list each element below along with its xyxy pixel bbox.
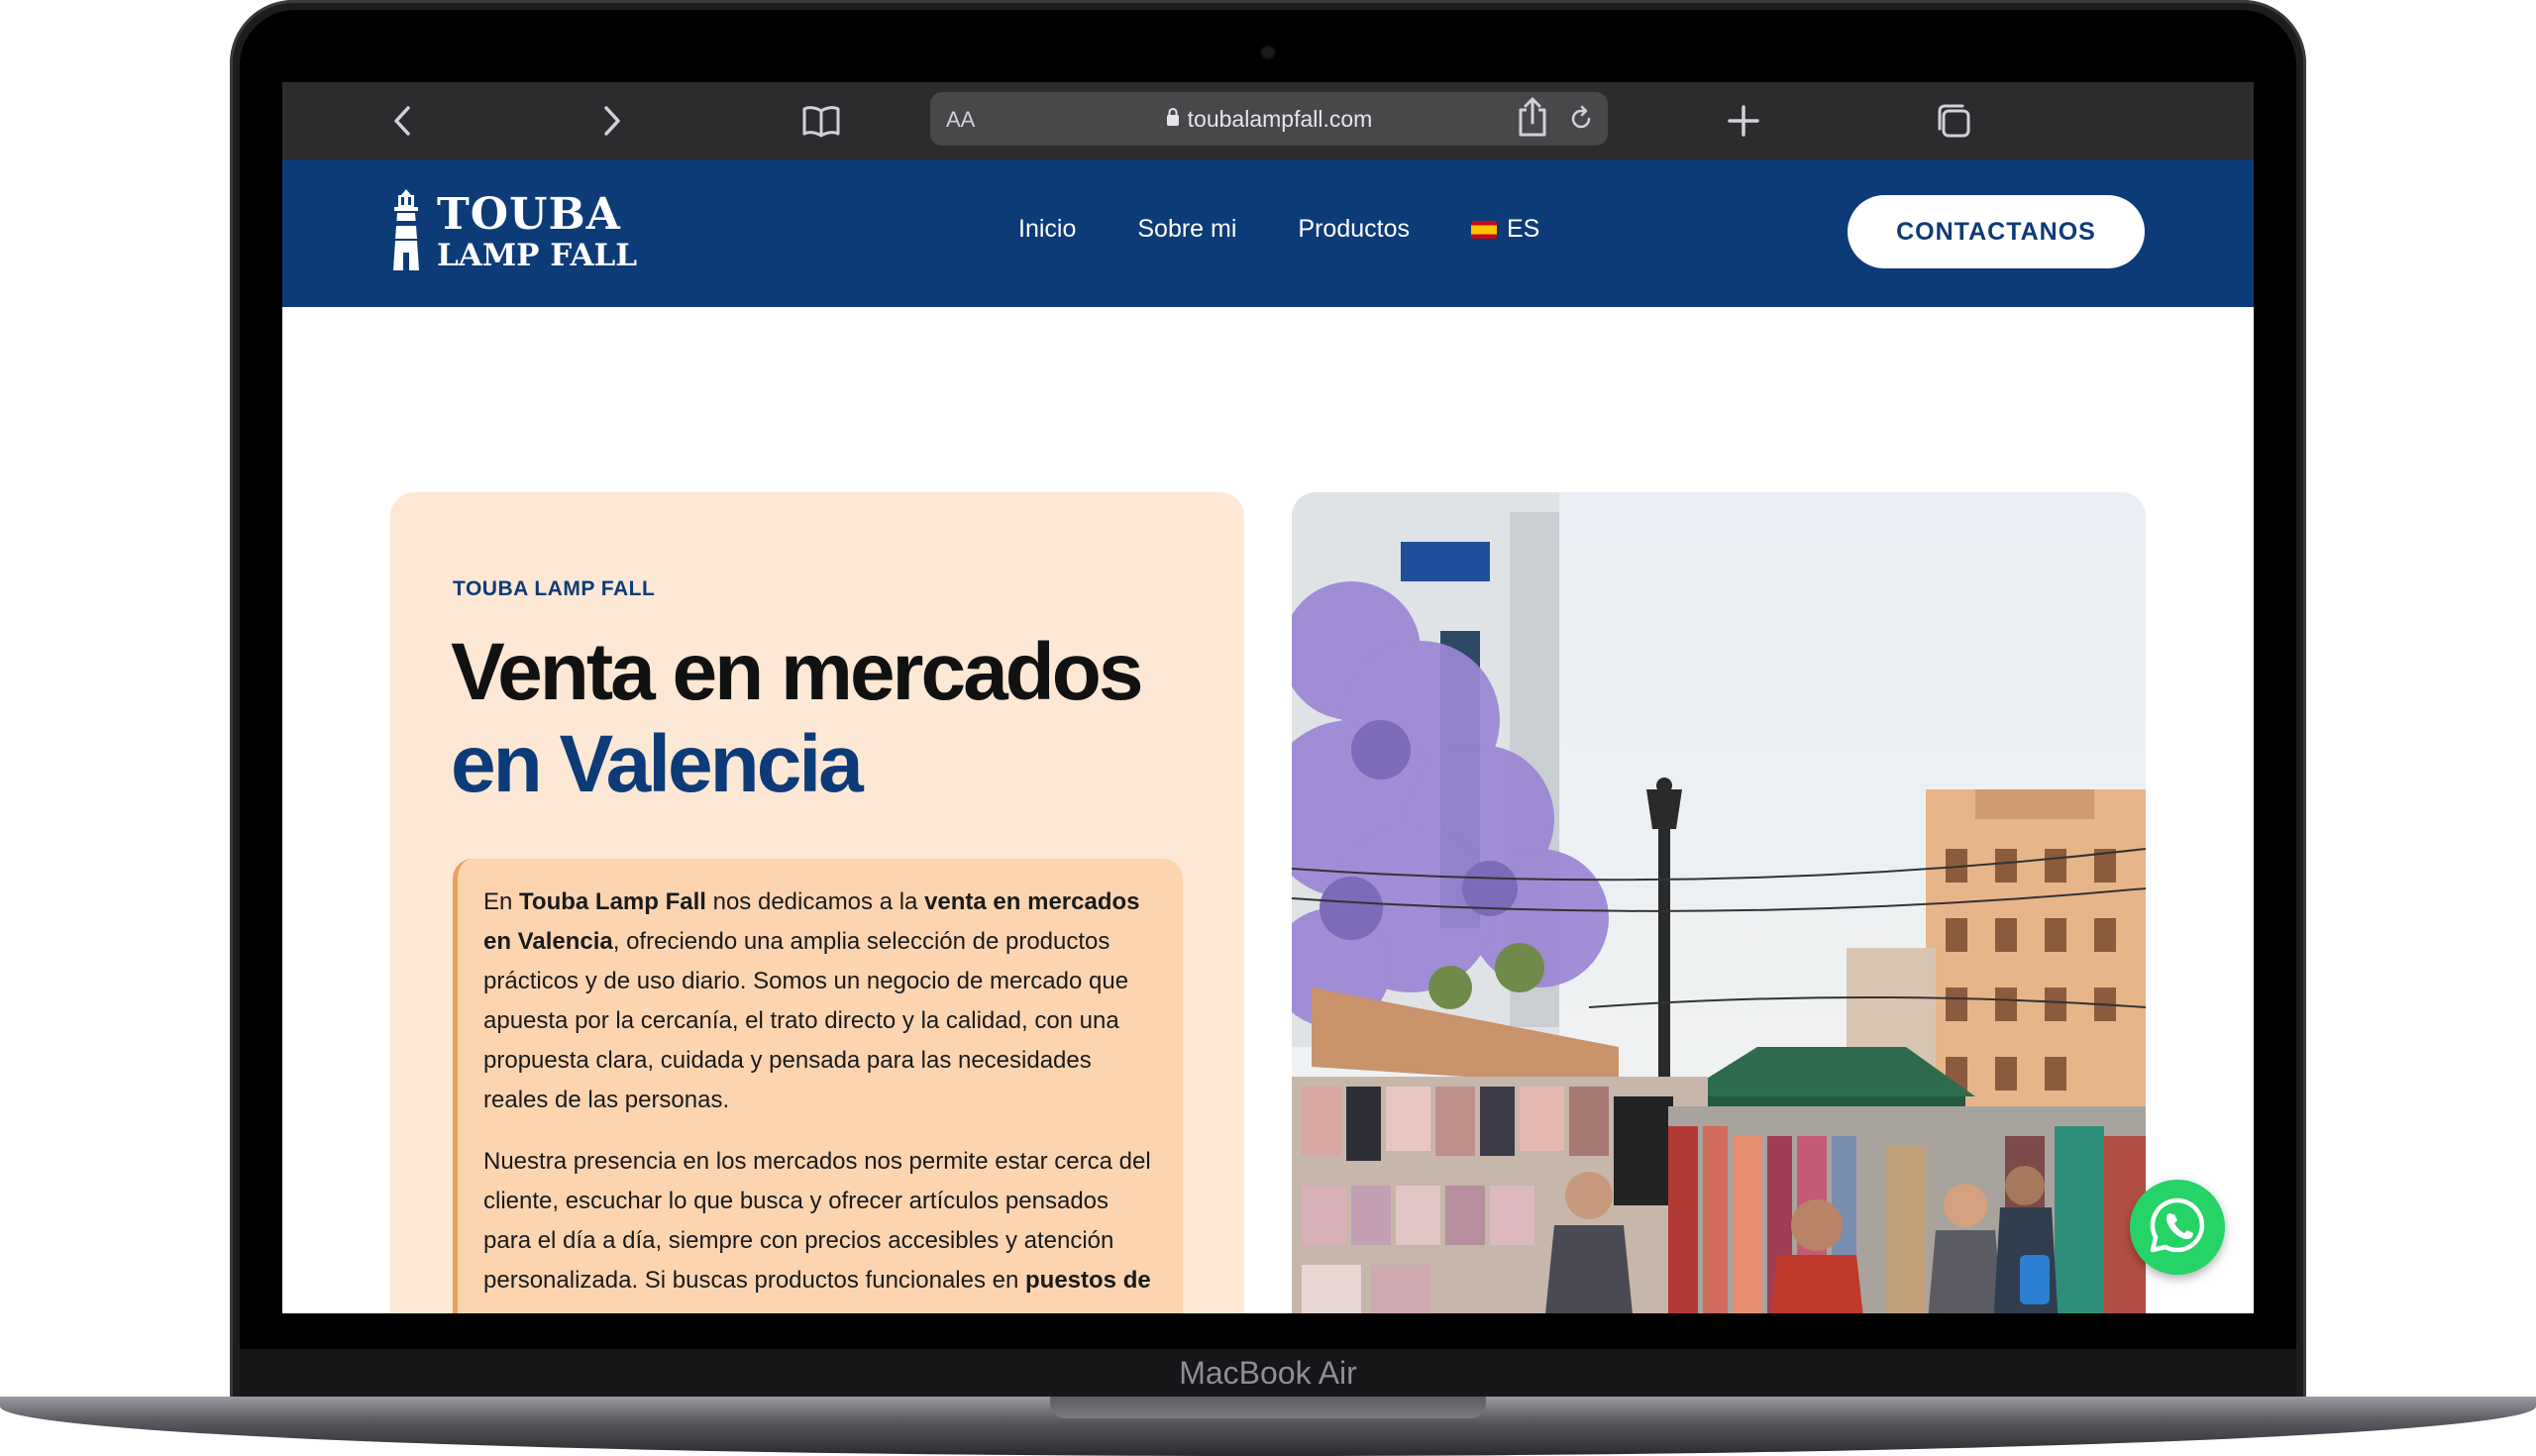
url-text: toubalampfall.com (1187, 105, 1373, 132)
contact-button[interactable]: CONTACTANOS (1848, 195, 2145, 268)
whatsapp-icon (2147, 1195, 2208, 1261)
hero-paragraph-2: Nuestra presencia en los mercados nos pe… (483, 1148, 1151, 1294)
market-photo (1292, 492, 2146, 1313)
hero-title-line-1: Venta en mercados (451, 627, 1143, 717)
lighthouse-icon (389, 187, 423, 277)
nav-item-sobre-mi[interactable]: Sobre mi (1137, 215, 1236, 244)
spain-flag-icon (1470, 221, 1497, 239)
hero-description: En Touba Lamp Fall nos dedicamos a la ve… (453, 859, 1183, 1313)
lock-icon (1166, 106, 1180, 133)
bookmarks-icon[interactable] (801, 101, 841, 141)
nav-item-inicio[interactable]: Inicio (1018, 215, 1076, 244)
logo-line-1: TOUBA (437, 189, 621, 240)
language-selector[interactable]: ES (1470, 215, 1540, 244)
browser-toolbar: AA toubalampfall.com (282, 82, 2254, 160)
whatsapp-button[interactable] (2130, 1180, 2225, 1275)
device-label: MacBook Air (1179, 1355, 1357, 1391)
hero-title: Venta en mercados en Valencia (451, 627, 1143, 810)
main-nav: Inicio Sobre mi Productos ES (1018, 215, 1539, 244)
browser-screen: AA toubalampfall.com TOUBA LAMP FALL Ini… (282, 82, 2254, 1313)
hero-card: TOUBA LAMP FALL Venta en mercados en Val… (390, 492, 1244, 1313)
reload-icon[interactable] (1566, 104, 1596, 134)
language-label: ES (1506, 215, 1540, 243)
tabs-icon[interactable] (1934, 101, 1973, 141)
address-bar[interactable]: AA toubalampfall.com (930, 92, 1608, 146)
laptop-hinge-notch (1050, 1397, 1486, 1418)
back-icon[interactable] (383, 101, 423, 141)
hero-paragraph-1: En Touba Lamp Fall nos dedicamos a la ve… (483, 888, 1140, 1113)
forward-icon[interactable] (591, 101, 631, 141)
new-tab-icon[interactable] (1724, 101, 1763, 141)
nav-item-productos[interactable]: Productos (1298, 215, 1410, 244)
camera-icon (1262, 47, 1274, 58)
hero-eyebrow: TOUBA LAMP FALL (453, 577, 656, 600)
site-header: TOUBA LAMP FALL Inicio Sobre mi Producto… (282, 159, 2254, 307)
share-icon[interactable] (1513, 97, 1552, 137)
logo-line-2: LAMP FALL (437, 238, 638, 273)
site-logo[interactable]: TOUBA LAMP FALL (389, 187, 637, 277)
hero-title-line-2: en Valencia (451, 718, 864, 809)
